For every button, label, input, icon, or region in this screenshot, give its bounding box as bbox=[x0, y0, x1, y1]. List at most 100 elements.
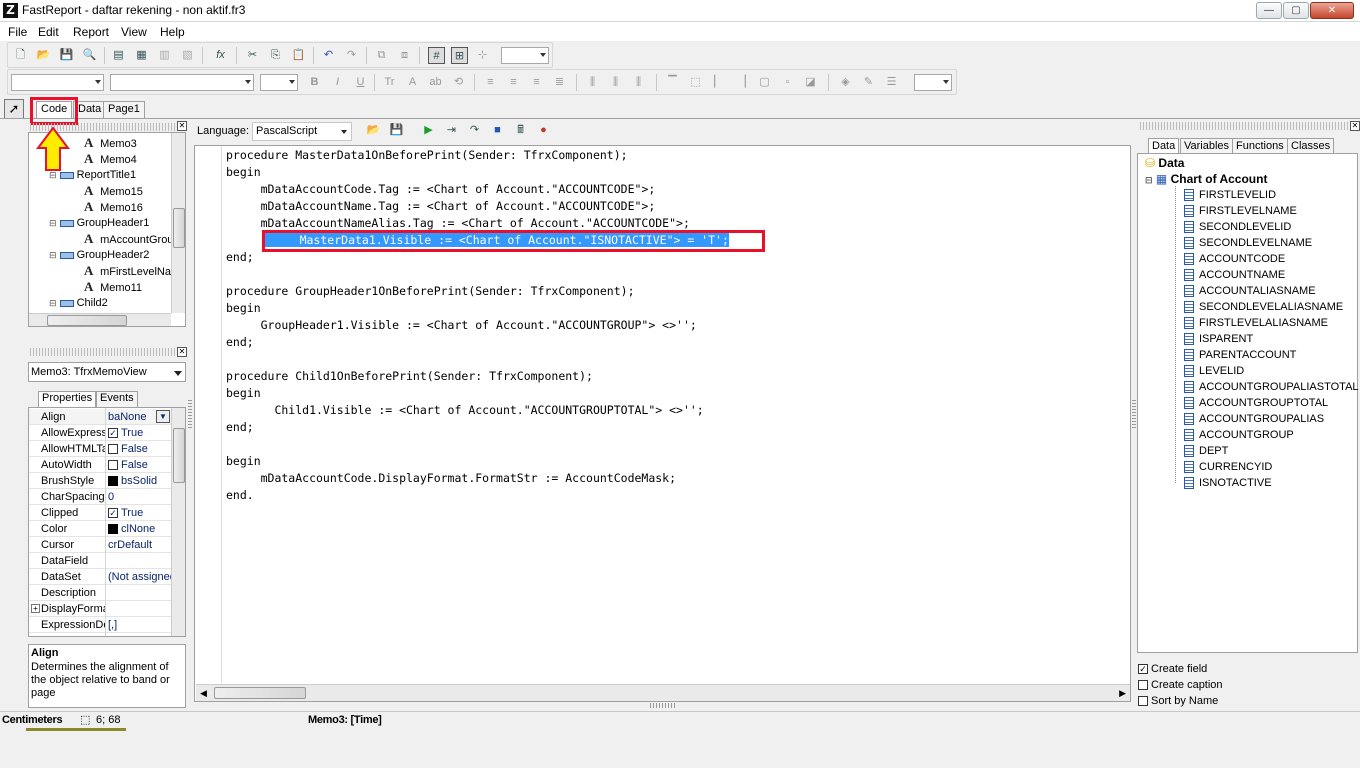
property-row[interactable]: DataSet (Not assigned bbox=[29, 569, 185, 585]
inspector-grip[interactable] bbox=[30, 348, 175, 356]
field-item[interactable]: ACCOUNTGROUPALIASTOTAL bbox=[1184, 379, 1359, 395]
highlight-icon[interactable]: ab bbox=[427, 74, 444, 91]
checkbox[interactable] bbox=[108, 444, 118, 455]
checkbox[interactable] bbox=[108, 460, 118, 471]
tab-functions[interactable]: Functions bbox=[1232, 138, 1288, 154]
code-line[interactable]: procedure MasterData1OnBeforePrint(Sende… bbox=[226, 147, 628, 164]
property-row[interactable]: CharSpacing 0 bbox=[29, 489, 185, 505]
italic-icon[interactable]: I bbox=[329, 74, 346, 91]
frame-all-icon[interactable]: ⬚ bbox=[687, 74, 704, 91]
field-item[interactable]: FIRSTLEVELALIASNAME bbox=[1184, 315, 1328, 331]
create-field-checkbox[interactable]: ✓ Create field bbox=[1138, 661, 1207, 677]
tree-node[interactable]: A Memo15 bbox=[84, 183, 143, 199]
field-item[interactable]: ACCOUNTCODE bbox=[1184, 251, 1285, 267]
tree-node[interactable]: A Memo16 bbox=[84, 199, 143, 215]
delete-page-icon[interactable]: ▥ bbox=[156, 47, 173, 64]
field-item[interactable]: CURRENCYID bbox=[1184, 459, 1272, 475]
tree-node[interactable]: A mAccountGrou bbox=[84, 231, 173, 247]
field-item[interactable]: ACCOUNTNAME bbox=[1184, 267, 1285, 283]
undo-icon[interactable]: ↶ bbox=[320, 47, 337, 64]
property-row[interactable]: Color clNone bbox=[29, 521, 185, 537]
tab-page1[interactable]: Page1 bbox=[103, 101, 145, 118]
code-line[interactable]: end; bbox=[226, 419, 254, 436]
breakpoint-icon[interactable]: ● bbox=[535, 122, 552, 139]
tree-panel-close-icon[interactable]: ✕ bbox=[177, 121, 187, 131]
field-item[interactable]: ACCOUNTALIASNAME bbox=[1184, 283, 1316, 299]
code-line[interactable]: begin bbox=[226, 300, 261, 317]
create-caption-checkbox[interactable]: Create caption bbox=[1138, 677, 1223, 693]
field-item[interactable]: ACCOUNTGROUPTOTAL bbox=[1184, 395, 1328, 411]
menu-report[interactable]: Report bbox=[73, 25, 109, 39]
code-line[interactable]: Child1.Visible := <Chart of Account."ACC… bbox=[226, 402, 703, 419]
field-item[interactable]: LEVELID bbox=[1184, 363, 1244, 379]
field-item[interactable]: FIRSTLEVELNAME bbox=[1184, 203, 1297, 219]
font-name-combo[interactable] bbox=[110, 74, 254, 91]
save-script-icon[interactable]: 💾 bbox=[388, 122, 405, 139]
align-bottom-icon[interactable]: ⫼ bbox=[630, 74, 647, 91]
close-button[interactable]: ✕ bbox=[1310, 2, 1354, 19]
align-middle-icon[interactable]: ⫼ bbox=[607, 74, 624, 91]
font-color-icon[interactable]: A bbox=[404, 74, 421, 91]
code-line[interactable]: end; bbox=[226, 334, 254, 351]
redo-icon[interactable]: ↷ bbox=[343, 47, 360, 64]
menu-help[interactable]: Help bbox=[160, 25, 185, 39]
field-item[interactable]: PARENTACCOUNT bbox=[1184, 347, 1296, 363]
fill-color-icon[interactable]: ◈ bbox=[837, 74, 854, 91]
scroll-left-icon[interactable]: ◀ bbox=[200, 688, 207, 699]
object-selector[interactable]: Memo3: TfrxMemoView bbox=[28, 362, 186, 382]
group-icon[interactable]: ⧉ bbox=[373, 47, 390, 64]
variables-icon[interactable]: fx bbox=[212, 47, 229, 64]
menu-edit[interactable]: Edit bbox=[38, 25, 59, 39]
field-item[interactable]: DEPT bbox=[1184, 443, 1228, 459]
frame-outline-icon[interactable]: ▢ bbox=[756, 74, 773, 91]
inspector-close-icon[interactable]: ✕ bbox=[177, 347, 187, 357]
checkbox[interactable]: ✓ bbox=[108, 508, 118, 519]
field-item[interactable]: ACCOUNTGROUPALIAS bbox=[1184, 411, 1324, 427]
field-item[interactable]: ISPARENT bbox=[1184, 331, 1253, 347]
rotate-icon[interactable]: ⟲ bbox=[450, 74, 467, 91]
align-to-grid-icon[interactable]: ⊞ bbox=[451, 47, 468, 64]
tab-data-tree[interactable]: Data bbox=[1148, 138, 1180, 154]
preview-icon[interactable]: 🔍 bbox=[81, 47, 98, 64]
tree-node[interactable]: A Memo11 bbox=[84, 279, 142, 295]
frame-right-icon[interactable]: ▕ bbox=[733, 74, 750, 91]
code-line[interactable]: end. bbox=[226, 487, 254, 504]
code-line[interactable]: mDataAccountCode.DisplayFormat.FormatStr… bbox=[226, 470, 676, 487]
open-icon[interactable]: 📂 bbox=[35, 47, 52, 64]
font-size-combo[interactable] bbox=[260, 74, 298, 91]
evaluate-icon[interactable]: 🖩 bbox=[512, 122, 529, 139]
code-line[interactable]: begin bbox=[226, 453, 261, 470]
field-item[interactable]: ISNOTACTIVE bbox=[1184, 475, 1272, 491]
property-row[interactable]: ExpressionDe [,] bbox=[29, 617, 185, 633]
frame-width-combo[interactable] bbox=[914, 74, 952, 91]
paste-icon[interactable]: 📋 bbox=[290, 47, 307, 64]
data-panel-close-icon[interactable]: ✕ bbox=[1350, 121, 1360, 131]
property-row[interactable]: Cursor crDefault bbox=[29, 537, 185, 553]
property-row[interactable]: DataField bbox=[29, 553, 185, 569]
code-line[interactable]: procedure Child1OnBeforePrint(Sender: Tf… bbox=[226, 368, 593, 385]
copy-icon[interactable]: ⎘ bbox=[267, 47, 284, 64]
frame-left-icon[interactable]: ▏ bbox=[710, 74, 727, 91]
tree-vscrollbar[interactable] bbox=[171, 133, 185, 313]
property-row[interactable]: AllowExpress ✓ True bbox=[29, 425, 185, 441]
open-script-icon[interactable]: 📂 bbox=[365, 122, 382, 139]
sort-by-name-checkbox[interactable]: Sort by Name bbox=[1138, 693, 1218, 709]
code-hscrollbar[interactable]: ◀ ▶ bbox=[196, 684, 1130, 701]
align-top-icon[interactable]: ⫼ bbox=[584, 74, 601, 91]
property-row[interactable]: Clipped ✓ True bbox=[29, 505, 185, 521]
tree-hscrollbar[interactable] bbox=[29, 313, 171, 326]
property-row[interactable]: BrushStyle bsSolid bbox=[29, 473, 185, 489]
frame-top-icon[interactable]: ▔ bbox=[664, 74, 681, 91]
frame-none-icon[interactable]: ▫ bbox=[779, 74, 796, 91]
property-row[interactable]: + DisplayForma bbox=[29, 601, 185, 617]
tab-variables[interactable]: Variables bbox=[1180, 138, 1234, 154]
code-line[interactable]: end; bbox=[226, 249, 254, 266]
align-center-icon[interactable]: ≡ bbox=[505, 74, 522, 91]
show-grid-icon[interactable]: # bbox=[428, 47, 445, 64]
field-item[interactable]: ACCOUNTGROUP bbox=[1184, 427, 1294, 443]
menu-view[interactable]: View bbox=[121, 25, 147, 39]
code-line[interactable]: begin bbox=[226, 385, 261, 402]
field-item[interactable]: SECONDLEVELID bbox=[1184, 219, 1291, 235]
code-line[interactable]: begin bbox=[226, 164, 261, 181]
zoom-combo[interactable] bbox=[501, 47, 549, 64]
